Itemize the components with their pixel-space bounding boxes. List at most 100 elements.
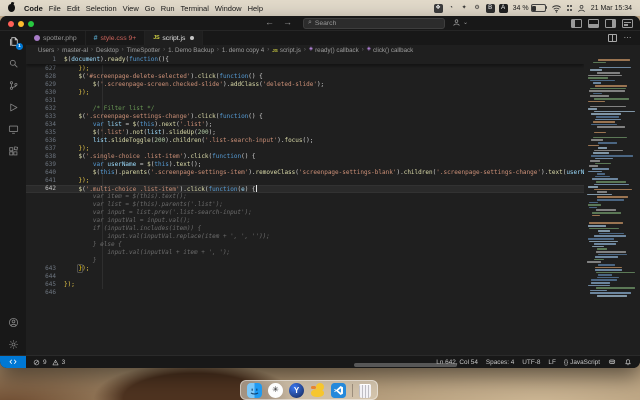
control-center-icon[interactable]: [566, 5, 572, 11]
breadcrumb-item[interactable]: 1. demo copy 4: [222, 47, 264, 54]
toggle-primary-sidebar-icon[interactable]: [571, 19, 582, 28]
code-line[interactable]: 631: [26, 97, 640, 105]
app-icon-a[interactable]: A: [498, 3, 508, 13]
code-line[interactable]: 628 $('#screenpage-delete-selected').cli…: [26, 73, 640, 81]
navigate-back-icon[interactable]: ←: [265, 17, 274, 27]
menubar-item-view[interactable]: View: [123, 4, 139, 13]
app-icon-b[interactable]: B: [485, 3, 495, 13]
code-line[interactable]: 627 });: [26, 65, 640, 73]
language-mode[interactable]: {} JavaScript: [564, 359, 600, 366]
menubar-item-file[interactable]: File: [49, 4, 61, 13]
code-line[interactable]: 643 });: [26, 265, 640, 273]
tab-style.css[interactable]: # style.css 9+: [85, 31, 146, 45]
explorer-icon[interactable]: 1: [0, 35, 26, 50]
extensions-icon[interactable]: [0, 145, 26, 158]
breadcrumb-item[interactable]: JS script.js: [272, 47, 301, 54]
notifications-bell-icon[interactable]: [624, 358, 632, 366]
breadcrumb-item[interactable]: Desktop: [96, 47, 119, 54]
dock-item-finder[interactable]: [247, 382, 262, 398]
indentation[interactable]: Spaces: 4: [486, 359, 514, 366]
search-sidebar-icon[interactable]: [0, 57, 26, 70]
menubar-item-selection[interactable]: Selection: [86, 4, 117, 13]
code-line[interactable]: 633 $('.screenpage-settings-change').cli…: [26, 113, 640, 121]
app-icon-1[interactable]: ❖: [433, 3, 443, 13]
code-line[interactable]: 644: [26, 273, 640, 281]
command-center-search[interactable]: ⌕ Search: [303, 18, 445, 29]
code-line[interactable]: var input = list.prev('.list-search-inpu…: [26, 209, 640, 217]
code-line[interactable]: 634 var list = $(this).next('.list');: [26, 121, 640, 129]
app-icon-2[interactable]: ◔: [447, 4, 456, 13]
code-line[interactable]: 629 $('.screenpage-screen.checked-slide'…: [26, 81, 640, 89]
encoding[interactable]: UTF-8: [522, 359, 540, 366]
tab-spotter.php[interactable]: spotter.php: [26, 31, 86, 45]
code-line[interactable]: var list = $(this).parents('.list');: [26, 201, 640, 209]
dock-item-y-browser[interactable]: Y: [289, 382, 304, 398]
code-line[interactable]: 639 var userName = $(this).text();: [26, 161, 640, 169]
dock-item-vscode[interactable]: [331, 382, 346, 398]
code-line[interactable]: 636 list.slideToggle(200).children('.lis…: [26, 137, 640, 145]
breadcrumb-item[interactable]: ◈ ready() callback: [309, 47, 359, 54]
accounts-icon[interactable]: [0, 316, 26, 329]
breadcrumb-item[interactable]: Users: [38, 47, 54, 54]
problems-indicator[interactable]: 9 3: [33, 359, 65, 366]
code-line[interactable]: 642 $('.multi-choice .list-item').click(…: [26, 185, 640, 193]
code-line[interactable]: 630 });: [26, 89, 640, 97]
toggle-panel-icon[interactable]: [588, 19, 599, 28]
split-editor-icon[interactable]: [607, 34, 617, 42]
sticky-scroll-line[interactable]: 1 $(document).ready(function(){: [26, 55, 584, 64]
minimize-window-button[interactable]: [18, 20, 24, 27]
menubar-item-edit[interactable]: Edit: [67, 4, 80, 13]
menubar-app-name[interactable]: Code: [24, 4, 43, 13]
code-line[interactable]: var item = $(this).text();: [26, 193, 640, 201]
menubar-item-run[interactable]: Run: [161, 4, 175, 13]
wifi-icon[interactable]: [551, 4, 562, 13]
menubar-clock[interactable]: 21 Mar 15:34: [591, 5, 632, 12]
code-line[interactable]: 640 $(this).parents('.screenpage-setting…: [26, 169, 640, 177]
menubar-item-help[interactable]: Help: [248, 4, 263, 13]
dock-item-trash[interactable]: [359, 383, 371, 398]
menubar-item-window[interactable]: Window: [215, 4, 242, 13]
remote-indicator[interactable]: [0, 356, 26, 368]
app-icon-3[interactable]: ✦: [460, 4, 469, 13]
code-line[interactable]: 635 $('.list').not(list).slideUp(200);: [26, 129, 640, 137]
apple-menu-icon[interactable]: [8, 4, 15, 12]
zoom-window-button[interactable]: [28, 20, 34, 27]
code-line[interactable]: 645});: [26, 281, 640, 289]
source-control-icon[interactable]: [0, 79, 26, 92]
user-switch-icon[interactable]: [577, 4, 586, 13]
code-line[interactable]: var inputVal = input.val();: [26, 217, 640, 225]
code-line[interactable]: 632 /* Filter list */: [26, 105, 640, 113]
dock-item-cyberduck[interactable]: [310, 382, 325, 398]
horizontal-scrollbar-thumb[interactable]: [354, 363, 457, 367]
dock-item-chatgpt[interactable]: ✳: [268, 382, 283, 398]
app-icon-4[interactable]: ⚙: [473, 4, 482, 13]
toggle-secondary-sidebar-icon[interactable]: [605, 19, 616, 28]
menubar-item-go[interactable]: Go: [145, 4, 155, 13]
code-line[interactable]: } else {: [26, 241, 640, 249]
breadcrumb-item[interactable]: TimeSpotter: [127, 47, 160, 54]
customize-layout-icon[interactable]: [622, 19, 633, 28]
battery-indicator[interactable]: 34 %: [513, 4, 548, 12]
close-window-button[interactable]: [8, 20, 14, 27]
code-line[interactable]: 646: [26, 289, 640, 297]
account-menu[interactable]: ⌄: [452, 18, 468, 27]
menubar-item-terminal[interactable]: Terminal: [181, 4, 209, 13]
code-lines[interactable]: 627 }); 628 $('#screenpage-delete-selecte…: [26, 65, 640, 297]
copilot-icon[interactable]: [608, 358, 616, 366]
breadcrumb-item[interactable]: ◈ click() callback: [367, 47, 413, 54]
code-line[interactable]: input.val(inputVal + item + ', ');: [26, 249, 640, 257]
navigate-forward-icon[interactable]: →: [283, 17, 292, 27]
code-line[interactable]: }: [26, 257, 640, 265]
more-actions-icon[interactable]: ⋯: [624, 34, 633, 42]
code-line[interactable]: 637 });: [26, 145, 640, 153]
settings-gear-icon[interactable]: [0, 338, 26, 351]
breadcrumb-item[interactable]: 1. Demo Backup: [168, 47, 214, 54]
code-line[interactable]: 641 });: [26, 177, 640, 185]
breadcrumb-item[interactable]: master-al: [62, 47, 88, 54]
code-line[interactable]: 638 $('.single-choice .list-item').click…: [26, 153, 640, 161]
run-debug-icon[interactable]: [0, 101, 26, 114]
code-line[interactable]: input.val(inputVal.replace(item + ', ', …: [26, 233, 640, 241]
eol-sequence[interactable]: LF: [548, 359, 555, 366]
editor[interactable]: 1 $(document).ready(function(){ 627 }); 6…: [26, 55, 640, 355]
remote-explorer-icon[interactable]: [0, 123, 26, 136]
